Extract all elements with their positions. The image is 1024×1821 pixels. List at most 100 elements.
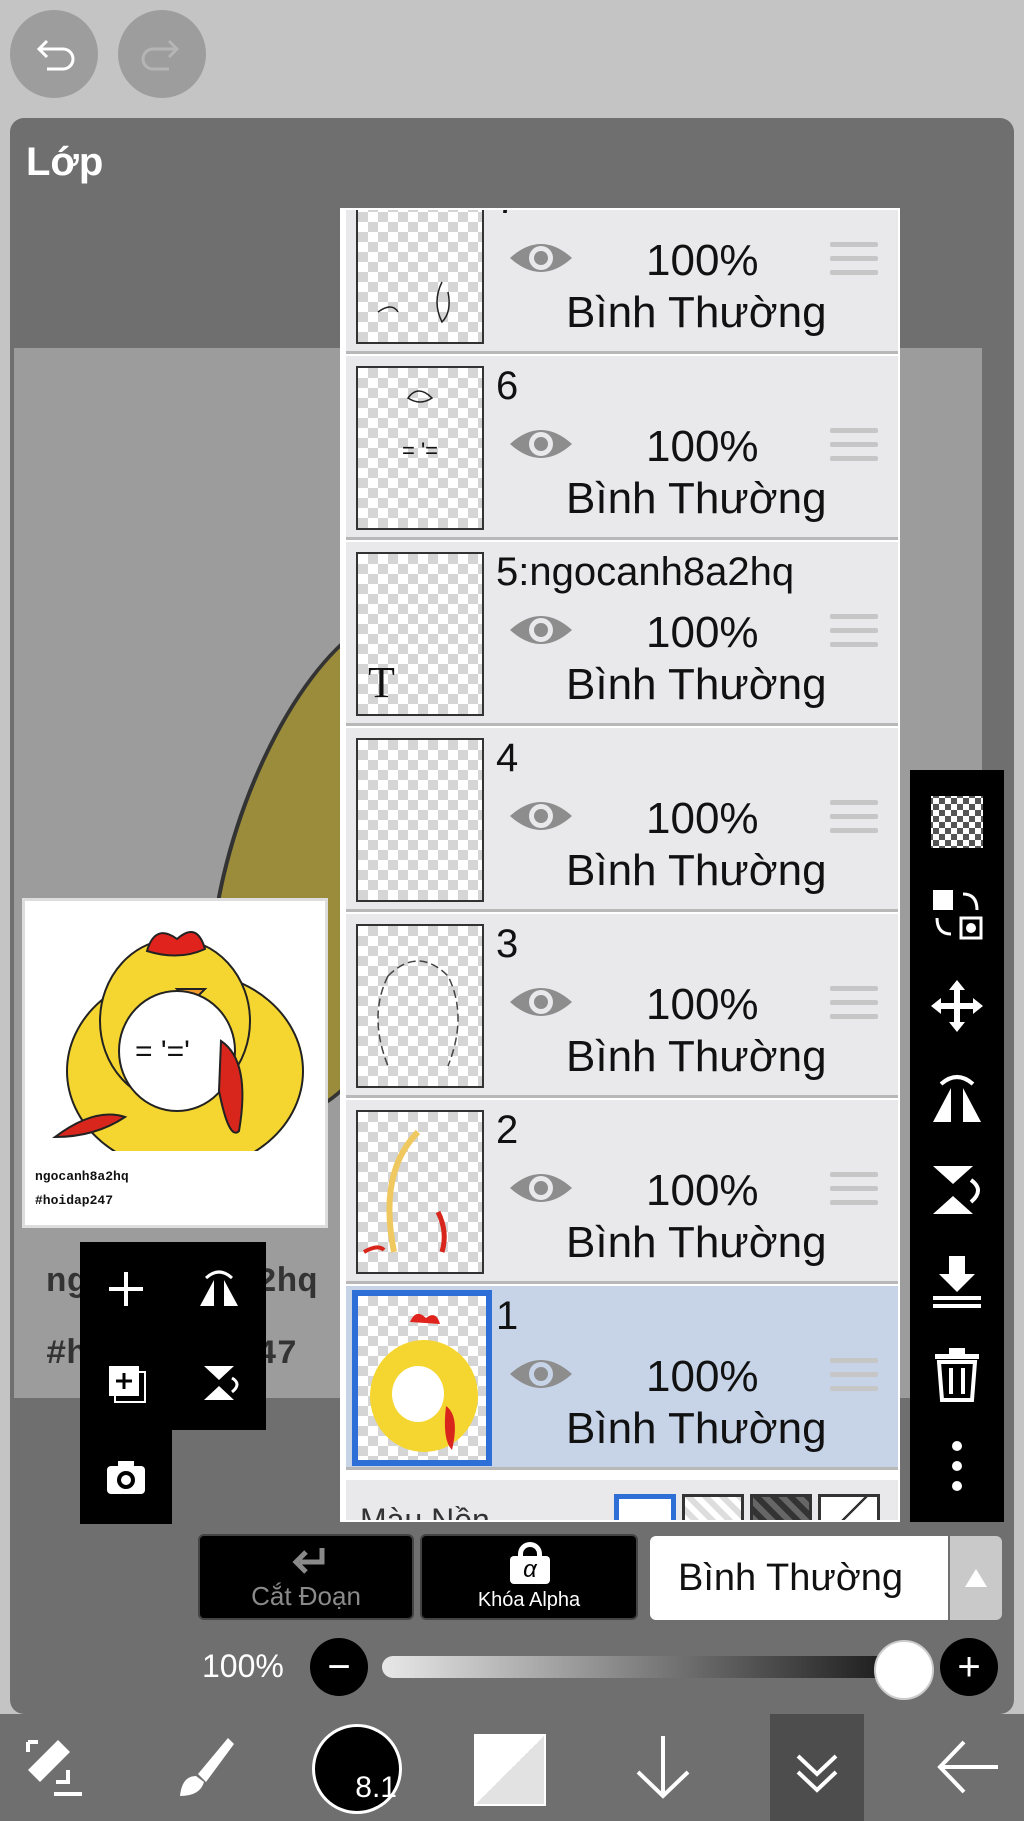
layer-opacity: 100% — [646, 422, 759, 471]
bg-swatch-white[interactable] — [614, 1494, 676, 1520]
alpha-symbol: α — [510, 1556, 550, 1584]
layer-list[interactable]: 7 100% Bình Thường = '= 6 100% Bình Thườ… — [340, 208, 900, 1522]
bg-swatch-dark-checker[interactable] — [750, 1494, 812, 1520]
color-picker-button[interactable] — [474, 1734, 546, 1806]
alpha-lock-label: Khóa Alpha — [477, 1589, 581, 1611]
thumbnail-caption-tag: #hoidap247 — [35, 1193, 114, 1208]
svg-text:= '=: = '= — [402, 438, 438, 463]
text-layer-glyph: T — [368, 658, 395, 707]
flip-vertical-mini-button[interactable] — [172, 1336, 266, 1430]
copy-layer-button[interactable] — [80, 1336, 172, 1430]
opacity-slider[interactable] — [382, 1656, 916, 1678]
more-icon[interactable] — [927, 1436, 987, 1496]
layer-thumbnail — [352, 1290, 492, 1466]
layer-opacity: 100% — [646, 1166, 759, 1215]
background-color-label: Màu Nền — [360, 1502, 490, 1522]
eye-icon[interactable] — [506, 1166, 576, 1210]
layer-down-button[interactable] — [618, 1722, 708, 1812]
chick-illustration: = '=' — [51, 930, 304, 1172]
checker-icon[interactable] — [927, 792, 987, 852]
flip-vertical-icon — [204, 1366, 239, 1400]
brush-tool-button[interactable] — [160, 1722, 250, 1812]
opacity-slider-knob[interactable] — [874, 1640, 934, 1700]
background-color-row[interactable]: Màu Nền — [346, 1480, 898, 1522]
add-layer-button[interactable] — [80, 1242, 172, 1336]
layer-row-4[interactable]: 4 100% Bình Thường — [346, 728, 898, 912]
bg-swatch-light-checker[interactable] — [682, 1494, 744, 1520]
layer-name: 6 — [496, 364, 519, 408]
brush-icon — [180, 1738, 234, 1796]
drag-handle-icon[interactable] — [830, 986, 878, 1022]
merge-down-icon[interactable] — [927, 1252, 987, 1312]
clipping-button[interactable]: Cắt Đoạn — [198, 1534, 414, 1620]
camera-icon — [107, 1461, 145, 1494]
layer-row-2[interactable]: 2 100% Bình Thường — [346, 1100, 898, 1284]
layer-row-7[interactable]: 7 100% Bình Thường — [346, 210, 898, 354]
svg-text:= '=': = '=' — [135, 1035, 190, 1068]
undo-icon — [36, 39, 75, 71]
transform-button[interactable] — [10, 1722, 100, 1812]
camera-button[interactable] — [80, 1430, 172, 1524]
brush-size-button[interactable]: 8.1 — [312, 1724, 402, 1814]
layer-blend-mode: Bình Thường — [566, 288, 827, 337]
layer-name: 3 — [496, 922, 519, 966]
layer-blend-mode: Bình Thường — [566, 1218, 827, 1267]
layer-opacity: 100% — [646, 608, 759, 657]
copy-layer-icon — [109, 1366, 146, 1403]
alpha-lock-button[interactable]: α Khóa Alpha — [420, 1534, 638, 1620]
back-button[interactable] — [924, 1722, 1014, 1812]
eye-icon[interactable] — [506, 794, 576, 838]
canvas-thumbnail[interactable]: = '=' ngocanh8a2hq #hoidap247 — [22, 898, 328, 1228]
drag-handle-icon[interactable] — [830, 242, 878, 278]
opacity-decrease-button[interactable]: − — [310, 1638, 368, 1696]
opacity-increase-button[interactable]: + — [940, 1638, 998, 1696]
layer-row-1[interactable]: 1 100% Bình Thường — [346, 1286, 898, 1470]
layer-name: 2 — [496, 1108, 519, 1152]
eye-icon[interactable] — [506, 236, 576, 280]
blend-mode-select[interactable]: Bình Thường — [650, 1536, 948, 1620]
drag-handle-icon[interactable] — [830, 614, 878, 650]
add-layer-icon — [109, 1272, 143, 1306]
redo-icon — [141, 39, 180, 71]
undo-button[interactable] — [10, 10, 98, 98]
layer-panel-button[interactable] — [772, 1722, 862, 1812]
redo-button[interactable] — [118, 10, 206, 98]
flip-layer-button[interactable] — [172, 1242, 266, 1336]
flip-horizontal-icon — [200, 1270, 238, 1306]
layer-name: 4 — [496, 736, 519, 780]
minus-icon: − — [327, 1644, 351, 1689]
layer-name: 5:ngocanh8a2hq — [496, 550, 795, 594]
layer-thumbnail — [356, 924, 484, 1088]
layer-opacity: 100% — [646, 1352, 759, 1401]
layer-name: 1 — [496, 1294, 519, 1338]
drag-handle-icon[interactable] — [830, 1172, 878, 1208]
layer-opacity: 100% — [646, 236, 759, 285]
eye-icon[interactable] — [506, 422, 576, 466]
layer-thumbnail: = '= — [356, 366, 484, 530]
eye-icon[interactable] — [506, 608, 576, 652]
flip-vertical-icon[interactable] — [927, 1160, 987, 1220]
eye-icon[interactable] — [506, 1352, 576, 1396]
layer-blend-mode: Bình Thường — [566, 660, 827, 709]
layer-thumbnail — [356, 1110, 484, 1274]
layer-row-5[interactable]: T 5:ngocanh8a2hq 100% Bình Thường — [346, 542, 898, 726]
panel-title: Lớp — [26, 140, 104, 184]
layer-row-3[interactable]: 3 100% Bình Thường — [346, 914, 898, 1098]
layer-blend-mode: Bình Thường — [566, 846, 827, 895]
bg-swatch-none[interactable] — [818, 1494, 880, 1520]
drag-handle-icon[interactable] — [830, 428, 878, 464]
move-icon[interactable] — [927, 976, 987, 1036]
layer-thumbnail — [356, 210, 484, 344]
brush-size-value: 8.1 — [355, 1771, 397, 1804]
drag-handle-icon[interactable] — [830, 1358, 878, 1394]
layer-tools-toolbar — [910, 770, 1004, 1522]
blend-mode-arrow[interactable] — [950, 1536, 1002, 1620]
layer-row-6[interactable]: = '= 6 100% Bình Thường — [346, 356, 898, 540]
eye-icon[interactable] — [506, 980, 576, 1024]
opacity-label: 100% — [202, 1648, 284, 1684]
layer-name: 7 — [496, 210, 518, 223]
swap-layer-icon[interactable] — [927, 884, 987, 944]
trash-icon[interactable] — [927, 1344, 987, 1404]
drag-handle-icon[interactable] — [830, 800, 878, 836]
flip-horizontal-icon[interactable] — [927, 1068, 987, 1128]
